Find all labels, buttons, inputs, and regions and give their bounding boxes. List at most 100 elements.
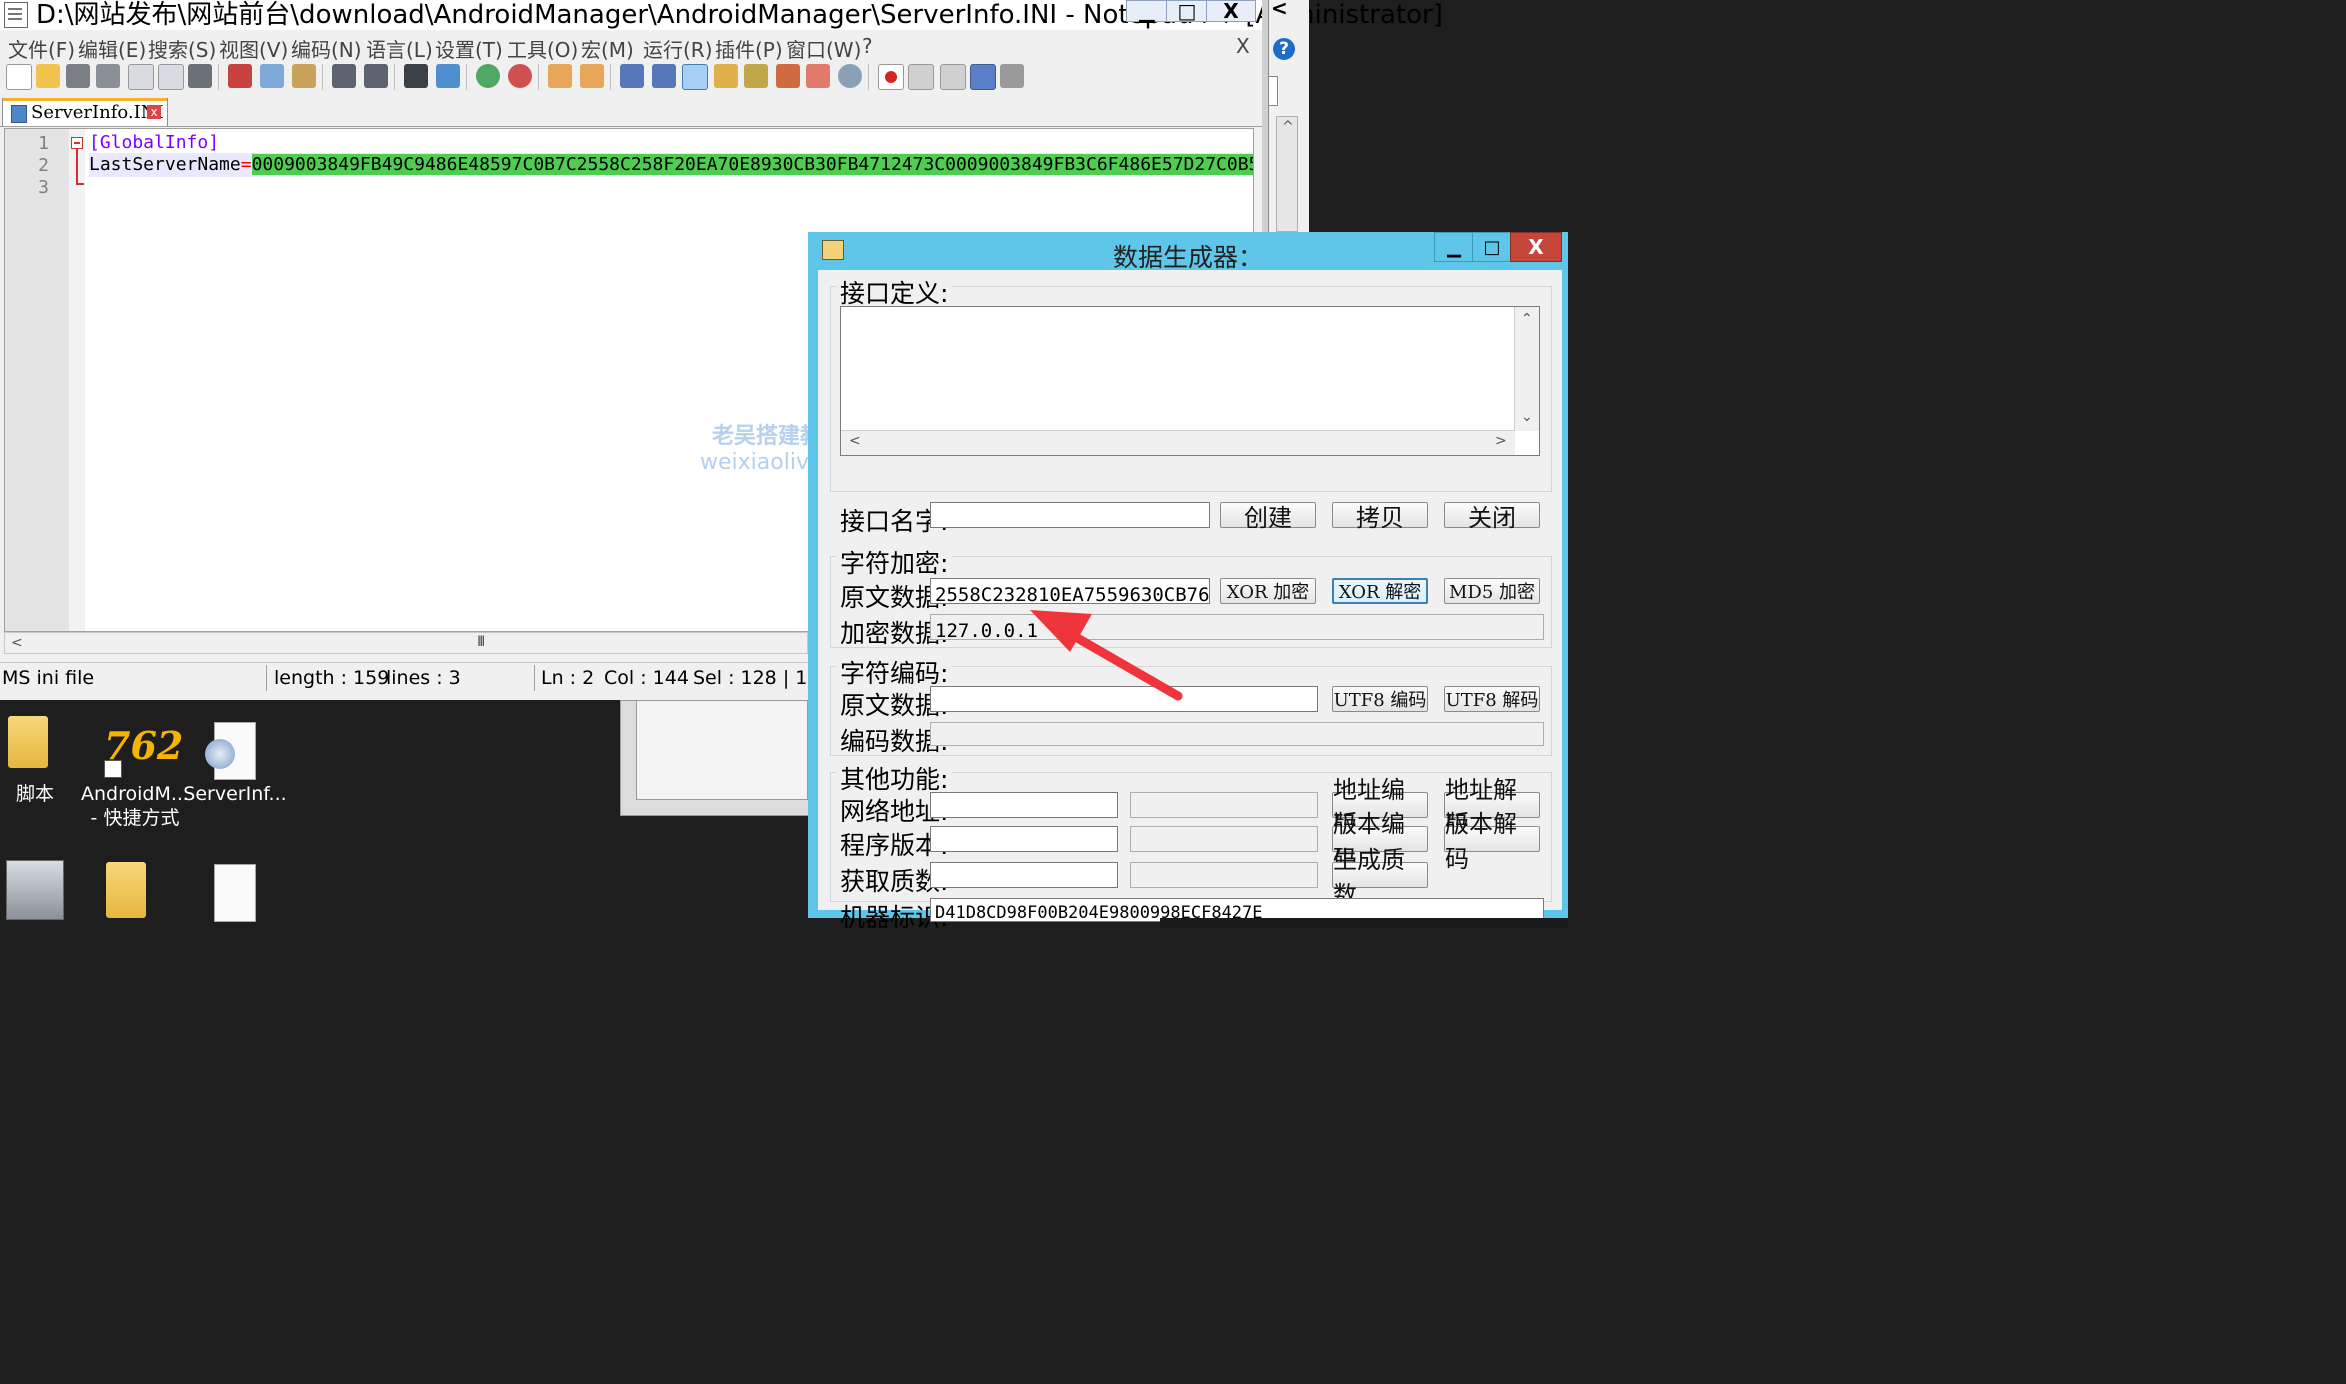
open-file-icon[interactable]: [36, 64, 60, 88]
fold-collapse-icon[interactable]: [71, 137, 83, 149]
line-number: 2: [38, 155, 49, 176]
utf8-decode-button[interactable]: UTF8 解码: [1444, 686, 1540, 712]
zoom-out-icon[interactable]: [508, 64, 532, 88]
paste-icon[interactable]: [292, 64, 316, 88]
utf8-encode-button[interactable]: UTF8 编码: [1332, 686, 1428, 712]
horizontal-scrollbar[interactable]: < III: [4, 632, 808, 654]
maximize-button[interactable]: □: [1166, 0, 1208, 23]
scroll-right-icon[interactable]: >: [1495, 433, 1507, 449]
network-address-output[interactable]: [1130, 792, 1318, 818]
minimize-button[interactable]: ▁: [1126, 0, 1168, 23]
create-button[interactable]: 创建: [1220, 502, 1316, 532]
version-decode-button[interactable]: 版本解码: [1444, 810, 1540, 873]
close-all-icon[interactable]: [158, 64, 184, 90]
folder-icon[interactable]: [106, 862, 146, 918]
chevron-left-icon[interactable]: <: [1271, 0, 1288, 20]
program-version-input[interactable]: [930, 826, 1118, 852]
lang-define-icon[interactable]: [714, 64, 738, 88]
dialog-close-button[interactable]: X: [1510, 232, 1562, 262]
tab-serverinfo[interactable]: ServerInfo.INI x: [2, 98, 168, 126]
copy-icon[interactable]: [260, 64, 284, 88]
sync-vertical-icon[interactable]: [548, 64, 572, 88]
menu-search[interactable]: 搜索(S): [148, 34, 216, 63]
folder-workspace-icon[interactable]: [806, 64, 830, 88]
fold-margin: [69, 129, 85, 631]
generate-prime-button[interactable]: 生成质数: [1332, 846, 1428, 909]
prime-output[interactable]: [1130, 862, 1318, 888]
cut-icon[interactable]: [228, 64, 252, 88]
function-list-icon[interactable]: [776, 64, 800, 88]
menu-plugins[interactable]: 插件(P): [715, 34, 783, 63]
print-icon[interactable]: [188, 64, 212, 88]
menu-run[interactable]: 运行(R): [643, 34, 713, 63]
tab-close-icon[interactable]: x: [147, 105, 161, 119]
prime-input[interactable]: [930, 862, 1118, 888]
vertical-scrollbar[interactable]: ⌃ ⌄: [1514, 307, 1539, 431]
save-icon[interactable]: [66, 64, 90, 88]
ini-key-value-line: LastServerName=0009003849FB49C9486E48597…: [89, 154, 1253, 175]
menu-help[interactable]: ?: [862, 34, 873, 58]
line-number-gutter: 1 2 3: [5, 129, 69, 631]
md5-encrypt-button[interactable]: MD5 加密: [1444, 578, 1540, 604]
fold-end: [76, 183, 84, 185]
scroll-thumb[interactable]: III: [477, 634, 486, 650]
interface-definition-textarea[interactable]: ⌃ ⌄ < >: [840, 306, 1540, 456]
indent-guide-icon[interactable]: [682, 64, 708, 90]
interface-name-input[interactable]: [930, 502, 1210, 528]
save-macro-icon[interactable]: [1000, 64, 1024, 88]
play-macro-icon[interactable]: [940, 64, 966, 90]
dialog-maximize-button[interactable]: □: [1472, 232, 1512, 262]
copy-button[interactable]: 拷贝: [1332, 502, 1428, 532]
show-all-chars-icon[interactable]: [652, 64, 676, 88]
scroll-up-icon[interactable]: ⌃: [1521, 311, 1533, 327]
play-multiple-icon[interactable]: [970, 64, 996, 90]
toolbar-separator: [466, 64, 467, 90]
menu-view[interactable]: 视图(V): [219, 34, 288, 63]
menu-settings[interactable]: 设置(T): [435, 34, 503, 63]
word-wrap-icon[interactable]: [620, 64, 644, 88]
program-version-output[interactable]: [1130, 826, 1318, 852]
redo-icon[interactable]: [364, 64, 388, 88]
document-icon[interactable]: [214, 864, 256, 922]
network-address-input[interactable]: [930, 792, 1118, 818]
encoded-data-output[interactable]: [930, 722, 1544, 746]
sync-horizontal-icon[interactable]: [580, 64, 604, 88]
stop-macro-icon[interactable]: [908, 64, 934, 90]
horizontal-scrollbar[interactable]: < >: [841, 430, 1515, 455]
doc-map-icon[interactable]: [744, 64, 768, 88]
close-file-icon[interactable]: [128, 64, 154, 90]
menu-encoding[interactable]: 编码(N): [291, 34, 362, 63]
vertical-scrollbar[interactable]: ^: [1276, 116, 1298, 232]
close-button[interactable]: X: [1206, 0, 1256, 23]
find-icon[interactable]: [404, 64, 428, 88]
group-title-encrypt: 字符加密:: [836, 544, 953, 580]
computer-icon[interactable]: [6, 860, 64, 920]
status-separator: [266, 665, 267, 691]
dialog-titlebar: 数据生成器： ▁ □ X: [808, 232, 1568, 272]
toolbar: [0, 60, 1262, 94]
undo-icon[interactable]: [332, 64, 356, 88]
save-all-icon[interactable]: [96, 64, 120, 88]
menu-tools[interactable]: 工具(O): [507, 34, 578, 63]
monitor-icon[interactable]: [838, 64, 862, 88]
menu-macro[interactable]: 宏(M): [581, 34, 634, 63]
status-sel: Sel : 128 | 1: [693, 667, 808, 689]
close-button[interactable]: 关闭: [1444, 502, 1540, 532]
zoom-in-icon[interactable]: [476, 64, 500, 88]
menu-file[interactable]: 文件(F): [8, 34, 75, 63]
menu-window[interactable]: 窗口(W): [786, 34, 861, 63]
xor-decrypt-button[interactable]: XOR 解密: [1332, 578, 1428, 604]
dialog-minimize-button[interactable]: ▁: [1434, 232, 1474, 262]
scroll-down-icon[interactable]: ⌄: [1521, 409, 1533, 425]
record-macro-icon[interactable]: [878, 64, 904, 90]
new-file-icon[interactable]: [6, 64, 32, 90]
scroll-up-icon[interactable]: ^: [1282, 119, 1294, 135]
menu-edit[interactable]: 编辑(E): [78, 34, 146, 63]
menu-close-doc[interactable]: X: [1236, 34, 1250, 58]
menu-language[interactable]: 语言(L): [366, 34, 433, 63]
scroll-left-icon[interactable]: <: [849, 433, 861, 449]
scroll-left-icon[interactable]: <: [11, 635, 23, 651]
replace-icon[interactable]: [436, 64, 460, 88]
xor-encrypt-button[interactable]: XOR 加密: [1220, 578, 1316, 604]
help-icon[interactable]: ?: [1273, 38, 1295, 60]
